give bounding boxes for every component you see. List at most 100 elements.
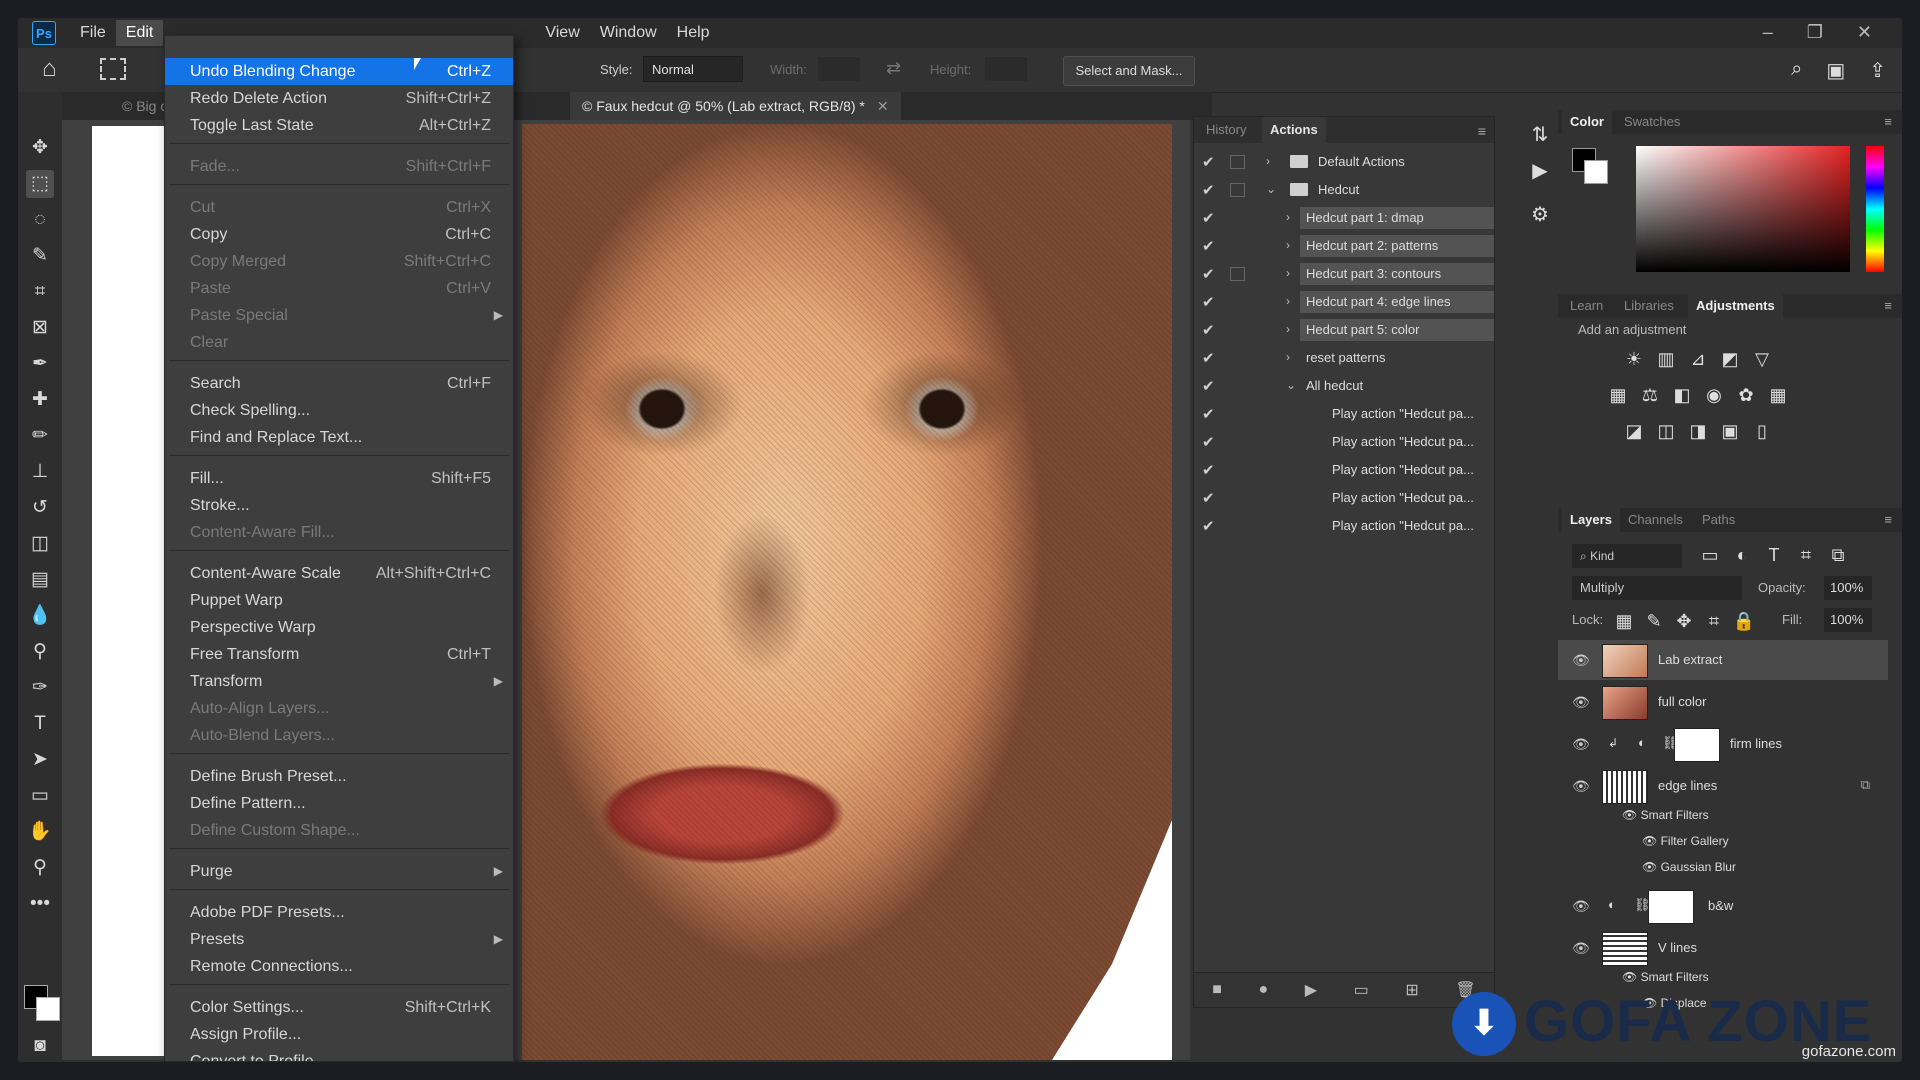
type-tool-icon[interactable]: T: [26, 710, 54, 738]
check-icon[interactable]: ✔: [1202, 321, 1215, 339]
rectangular-marquee-icon[interactable]: [100, 58, 126, 80]
marquee-tool-icon[interactable]: ⬚: [26, 170, 54, 198]
action-set-default[interactable]: ✔ › Default Actions: [1194, 149, 1494, 175]
panel-menu-icon[interactable]: ≡: [1884, 298, 1892, 313]
menu-item-free-transform[interactable]: Free Transform Ctrl+T: [165, 641, 513, 668]
lock-pixels-icon[interactable]: ▦: [1612, 610, 1636, 632]
action-step[interactable]: ✔ Play action "Hedcut pa...: [1194, 457, 1494, 483]
eye-icon[interactable]: 👁: [1572, 898, 1590, 915]
menu-item-remote-connections[interactable]: Remote Connections...: [165, 953, 513, 980]
check-icon[interactable]: ✔: [1202, 237, 1215, 255]
new-set-folder-icon[interactable]: ▭: [1354, 980, 1369, 1000]
eye-icon[interactable]: 👁: [1572, 694, 1590, 711]
opacity-input[interactable]: 100%: [1824, 576, 1872, 600]
select-and-mask-button[interactable]: Select and Mask...: [1063, 56, 1195, 86]
eyedropper-icon[interactable]: ✒: [26, 350, 54, 378]
action-step[interactable]: ✔ Play action "Hedcut pa...: [1194, 485, 1494, 511]
blur-tool-icon[interactable]: 💧: [26, 602, 54, 630]
menu-item-define-shape[interactable]: Define Custom Shape...: [165, 817, 513, 844]
vibrance-icon[interactable]: ▽: [1750, 348, 1774, 370]
dialog-toggle-icon[interactable]: [1230, 155, 1245, 169]
chevron-right-icon[interactable]: ›: [1286, 210, 1290, 224]
chevron-right-icon[interactable]: ›: [1266, 154, 1270, 168]
curves-icon[interactable]: ⊿: [1686, 348, 1710, 370]
threshold-icon[interactable]: ◨: [1686, 420, 1710, 442]
crop-tool-icon[interactable]: ⌗: [26, 278, 54, 306]
menu-item-auto-blend[interactable]: Auto-Blend Layers...: [165, 722, 513, 749]
check-icon[interactable]: ✔: [1202, 209, 1215, 227]
menu-edit[interactable]: Edit: [115, 20, 164, 46]
tab-actions[interactable]: Actions: [1262, 117, 1326, 143]
layer-row[interactable]: 👁 ◐ ⛓ b&w: [1558, 886, 1888, 926]
clone-stamp-icon[interactable]: ⊥: [26, 458, 54, 486]
action-hedcut-part-4[interactable]: ✔ › Hedcut part 4: edge lines: [1194, 289, 1494, 315]
actions-panel-icon[interactable]: ▶: [1526, 158, 1554, 186]
check-icon[interactable]: ✔: [1202, 153, 1215, 171]
menu-item-copy-merged[interactable]: Copy Merged Shift+Ctrl+C: [165, 248, 513, 275]
lock-position-icon[interactable]: ✥: [1672, 610, 1696, 632]
check-icon[interactable]: ✔: [1202, 181, 1215, 199]
chevron-right-icon[interactable]: ›: [1286, 322, 1290, 336]
menu-item-content-aware-scale[interactable]: Content-Aware Scale Alt+Shift+Ctrl+C: [165, 560, 513, 587]
brightness-icon[interactable]: ☀: [1622, 348, 1646, 370]
more-tools-icon[interactable]: •••: [26, 890, 54, 918]
action-all-hedcut[interactable]: ✔ ⌄ All hedcut: [1194, 373, 1494, 399]
menu-item-auto-align[interactable]: Auto-Align Layers...: [165, 695, 513, 722]
lock-all-icon[interactable]: 🔒: [1732, 610, 1756, 632]
tab-libraries[interactable]: Libraries: [1616, 294, 1682, 318]
height-field[interactable]: [985, 57, 1027, 81]
eye-icon[interactable]: 👁: [1622, 808, 1641, 822]
background-color-chip[interactable]: [1584, 160, 1608, 184]
action-hedcut-part-2[interactable]: ✔ › Hedcut part 2: patterns: [1194, 233, 1494, 259]
minimize-icon[interactable]: –: [1763, 22, 1773, 43]
menu-item-define-brush[interactable]: Define Brush Preset...: [165, 763, 513, 790]
eye-icon[interactable]: 👁: [1622, 970, 1641, 984]
layer-row[interactable]: 👁 Lab extract: [1558, 640, 1888, 680]
workspace-icon[interactable]: ▣: [1826, 58, 1845, 83]
action-step[interactable]: ✔ Play action "Hedcut pa...: [1194, 429, 1494, 455]
filter-pixel-icon[interactable]: ▭: [1698, 544, 1722, 566]
action-reset-patterns[interactable]: ✔ › reset patterns: [1194, 345, 1494, 371]
properties-panel-icon[interactable]: ⚙: [1526, 202, 1554, 230]
tab-color[interactable]: Color: [1562, 110, 1612, 134]
rectangle-tool-icon[interactable]: ▭: [26, 782, 54, 810]
check-icon[interactable]: ✔: [1202, 405, 1215, 423]
move-tool-icon[interactable]: ✥: [26, 134, 54, 162]
menu-item-undo[interactable]: Undo Blending Change Ctrl+Z: [165, 58, 513, 85]
quick-select-icon[interactable]: ✎: [26, 242, 54, 270]
eye-icon[interactable]: 👁: [1572, 736, 1590, 753]
lock-image-icon[interactable]: ✎: [1642, 610, 1666, 632]
menu-item-fade[interactable]: Fade... Shift+Ctrl+F: [165, 153, 513, 180]
menu-item-redo[interactable]: Redo Delete Action Shift+Ctrl+Z: [165, 85, 513, 112]
check-icon[interactable]: ✔: [1202, 265, 1215, 283]
tab-history[interactable]: History: [1198, 117, 1254, 143]
hue-slider[interactable]: [1866, 146, 1884, 272]
eraser-icon[interactable]: ◫: [26, 530, 54, 558]
menu-item-stroke[interactable]: Stroke...: [165, 492, 513, 519]
filter-shape-icon[interactable]: ⌗: [1794, 544, 1818, 566]
chevron-down-icon[interactable]: ⌄: [1286, 378, 1296, 392]
filter-adjustment-icon[interactable]: ◐: [1730, 544, 1754, 566]
dodge-tool-icon[interactable]: ⚲: [26, 638, 54, 666]
menu-item-perspective-warp[interactable]: Perspective Warp: [165, 614, 513, 641]
filter-gallery-row[interactable]: 👁 Filter Gallery: [1642, 834, 1729, 856]
menu-help[interactable]: Help: [667, 20, 720, 46]
action-step[interactable]: ✔ Play action "Hedcut pa...: [1194, 401, 1494, 427]
layer-row[interactable]: 👁 V lines: [1558, 928, 1888, 968]
play-icon[interactable]: ▶: [1305, 980, 1317, 1000]
close-tab-icon[interactable]: ✕: [877, 98, 889, 114]
action-set-hedcut[interactable]: ✔ ⌄ Hedcut: [1194, 177, 1494, 203]
fill-input[interactable]: 100%: [1824, 608, 1872, 632]
chevron-right-icon[interactable]: ›: [1286, 238, 1290, 252]
menu-file[interactable]: File: [70, 20, 116, 46]
layer-row[interactable]: 👁 ↲ ◐ ⛓ firm lines: [1558, 724, 1888, 764]
swap-icon[interactable]: ⇄: [886, 58, 901, 79]
quick-mask-icon[interactable]: ◙: [26, 1032, 54, 1060]
levels-icon[interactable]: ▥: [1654, 348, 1678, 370]
panel-menu-icon[interactable]: ≡: [1884, 114, 1892, 129]
eye-icon[interactable]: 👁: [1572, 778, 1590, 795]
dialog-toggle-icon[interactable]: [1230, 183, 1245, 197]
filter-smart-object-icon[interactable]: ⧉: [1826, 544, 1850, 566]
black-white-icon[interactable]: ◧: [1670, 384, 1694, 406]
photo-filter-icon[interactable]: ◉: [1702, 384, 1726, 406]
